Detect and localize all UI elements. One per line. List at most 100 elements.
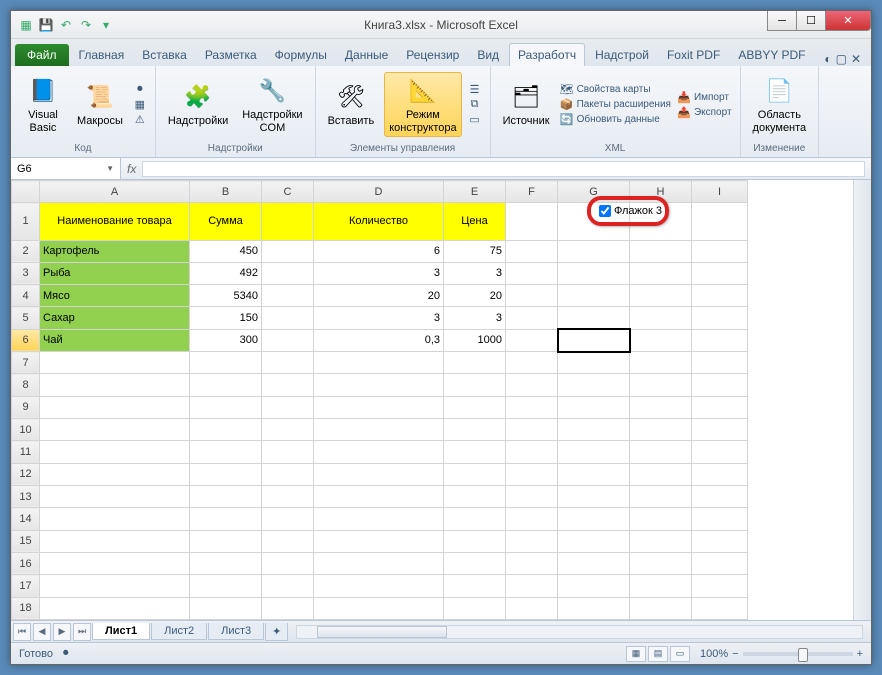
cell-f4[interactable]	[506, 285, 558, 307]
view-normal-button[interactable]: ▦	[626, 646, 646, 662]
cell-i5[interactable]	[692, 307, 748, 329]
cell-c6[interactable]	[262, 329, 314, 351]
cell-f8[interactable]	[506, 374, 558, 396]
cell-d7[interactable]	[314, 352, 444, 374]
cell-h17[interactable]	[630, 575, 692, 597]
cell-i16[interactable]	[692, 552, 748, 574]
cell-a9[interactable]	[40, 396, 190, 418]
cell-f16[interactable]	[506, 552, 558, 574]
ribbon-min-icon[interactable]: ▢	[836, 52, 847, 66]
name-box[interactable]: G6▼	[11, 158, 121, 179]
cell-c10[interactable]	[262, 419, 314, 441]
cell-a15[interactable]	[40, 530, 190, 552]
view-layout-button[interactable]: ▤	[648, 646, 668, 662]
cell-b17[interactable]	[190, 575, 262, 597]
xml-source-button[interactable]: 🗂Источник	[499, 79, 554, 129]
cell-c7[interactable]	[262, 352, 314, 374]
cell-h5[interactable]	[630, 307, 692, 329]
row-header-5[interactable]: 5	[12, 307, 40, 329]
fx-icon[interactable]: fx	[127, 162, 136, 176]
row-header-7[interactable]: 7	[12, 352, 40, 374]
cell-e4[interactable]: 20	[444, 285, 506, 307]
record-macro-button[interactable]: ⏺	[133, 83, 147, 97]
cell-d4[interactable]: 20	[314, 285, 444, 307]
tab-addins[interactable]: Надстрой	[587, 44, 657, 66]
cell-c14[interactable]	[262, 508, 314, 530]
cell-d10[interactable]	[314, 419, 444, 441]
cell-b3[interactable]: 492	[190, 262, 262, 284]
cell-i4[interactable]	[692, 285, 748, 307]
doc-close-icon[interactable]: ✕	[851, 52, 861, 66]
sheet-tab-new[interactable]: ✦	[265, 623, 288, 641]
row-header-12[interactable]: 12	[12, 463, 40, 485]
cell-b13[interactable]	[190, 485, 262, 507]
cell-a5[interactable]: Сахар	[40, 307, 190, 329]
cell-b5[interactable]: 150	[190, 307, 262, 329]
tab-view[interactable]: Вид	[469, 44, 507, 66]
cell-g12[interactable]	[558, 463, 630, 485]
cell-b6[interactable]: 300	[190, 329, 262, 351]
cell-c13[interactable]	[262, 485, 314, 507]
cell-d1[interactable]: Количество	[314, 203, 444, 240]
cell-i9[interactable]	[692, 396, 748, 418]
help-icon[interactable]: ◐	[824, 52, 831, 66]
cell-c16[interactable]	[262, 552, 314, 574]
cell-c8[interactable]	[262, 374, 314, 396]
cell-i7[interactable]	[692, 352, 748, 374]
cell-e6[interactable]: 1000	[444, 329, 506, 351]
cell-c9[interactable]	[262, 396, 314, 418]
cell-d8[interactable]	[314, 374, 444, 396]
row-header-11[interactable]: 11	[12, 441, 40, 463]
cell-a10[interactable]	[40, 419, 190, 441]
sheet-nav-last[interactable]: ⏭	[73, 623, 91, 641]
cell-g7[interactable]	[558, 352, 630, 374]
visual-basic-button[interactable]: 📘Visual Basic	[19, 73, 67, 135]
sheet-nav-first[interactable]: ⏮	[13, 623, 31, 641]
cell-h8[interactable]	[630, 374, 692, 396]
cell-d18[interactable]	[314, 597, 444, 619]
cell-e14[interactable]	[444, 508, 506, 530]
cell-a12[interactable]	[40, 463, 190, 485]
row-header-9[interactable]: 9	[12, 396, 40, 418]
macros-button[interactable]: 📜Макросы	[73, 79, 127, 129]
cell-e15[interactable]	[444, 530, 506, 552]
tab-foxit[interactable]: Foxit PDF	[659, 44, 728, 66]
tab-developer[interactable]: Разработч	[509, 43, 585, 66]
cell-h10[interactable]	[630, 419, 692, 441]
cell-b7[interactable]	[190, 352, 262, 374]
row-header-14[interactable]: 14	[12, 508, 40, 530]
cell-c1[interactable]	[262, 203, 314, 240]
relative-refs-button[interactable]: ▦	[133, 98, 147, 112]
cell-g2[interactable]	[558, 240, 630, 262]
expansion-packs-button[interactable]: 📦Пакеты расширения	[560, 98, 671, 112]
col-header-b[interactable]: B	[190, 181, 262, 203]
addins-button[interactable]: 🧩Надстройки	[164, 79, 232, 129]
cell-h14[interactable]	[630, 508, 692, 530]
cell-c11[interactable]	[262, 441, 314, 463]
export-button[interactable]: 📤Экспорт	[677, 105, 732, 119]
cell-a1[interactable]: Наименование товара	[40, 203, 190, 240]
cell-i18[interactable]	[692, 597, 748, 619]
row-header-13[interactable]: 13	[12, 485, 40, 507]
cell-d2[interactable]: 6	[314, 240, 444, 262]
row-header-6[interactable]: 6	[12, 329, 40, 351]
col-header-e[interactable]: E	[444, 181, 506, 203]
cell-i13[interactable]	[692, 485, 748, 507]
close-button[interactable]: ✕	[825, 11, 871, 31]
sheet-nav-next[interactable]: ▶	[53, 623, 71, 641]
cell-e11[interactable]	[444, 441, 506, 463]
cell-d13[interactable]	[314, 485, 444, 507]
row-header-16[interactable]: 16	[12, 552, 40, 574]
cell-i8[interactable]	[692, 374, 748, 396]
cell-h4[interactable]	[630, 285, 692, 307]
cell-h12[interactable]	[630, 463, 692, 485]
cell-f12[interactable]	[506, 463, 558, 485]
checkbox-control[interactable]: Флажок 3	[597, 204, 670, 218]
cell-g16[interactable]	[558, 552, 630, 574]
cell-h13[interactable]	[630, 485, 692, 507]
row-header-8[interactable]: 8	[12, 374, 40, 396]
cell-i10[interactable]	[692, 419, 748, 441]
cell-f9[interactable]	[506, 396, 558, 418]
row-header-10[interactable]: 10	[12, 419, 40, 441]
sheet-tab-2[interactable]: Лист2	[151, 623, 207, 640]
